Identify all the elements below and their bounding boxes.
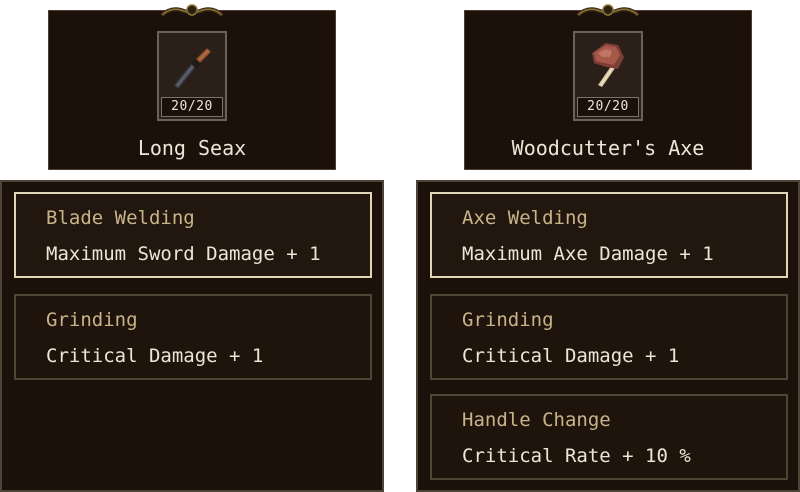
seax-blade-icon [174,43,216,89]
modification-option-blade-welding[interactable]: Blade Welding Maximum Sword Damage + 1 [14,192,372,278]
durability-counter: 20/20 [577,97,639,117]
modification-option-grinding[interactable]: Grinding Critical Damage + 1 [430,294,788,380]
item-slot[interactable]: 20/20 [573,31,643,121]
modification-effect: Critical Damage + 1 [462,345,680,367]
modification-effect: Maximum Axe Damage + 1 [462,243,714,265]
modification-title: Handle Change [462,409,611,431]
axe-icon [592,43,624,87]
modification-option-grinding[interactable]: Grinding Critical Damage + 1 [14,294,372,380]
item-card[interactable]: 20/20 Woodcutter's Axe [464,4,752,170]
modification-title: Grinding [462,309,554,331]
modification-effect: Critical Rate + 10 % [462,445,691,467]
modifications-panel: Blade Welding Maximum Sword Damage + 1 G… [0,180,384,492]
item-card[interactable]: 20/20 Long Seax [48,4,336,170]
ornament-icon [576,4,640,17]
item-name: Long Seax [137,136,247,160]
modification-option-axe-welding[interactable]: Axe Welding Maximum Axe Damage + 1 [430,192,788,278]
modification-effect: Maximum Sword Damage + 1 [46,243,321,265]
modification-title: Blade Welding [46,207,195,229]
durability-counter: 20/20 [161,97,223,117]
modifications-panel: Axe Welding Maximum Axe Damage + 1 Grind… [416,180,800,492]
modification-title: Grinding [46,309,138,331]
modification-option-handle-change[interactable]: Handle Change Critical Rate + 10 % [430,394,788,480]
weapon-column-long-seax: 20/20 Long Seax Blade Welding Maximum Sw… [0,0,384,492]
modification-title: Axe Welding [462,207,588,229]
item-slot[interactable]: 20/20 [157,31,227,121]
ornament-icon [160,4,224,17]
weapon-column-woodcutters-axe: 20/20 Woodcutter's Axe Axe Welding Maxim… [416,0,800,492]
modification-effect: Critical Damage + 1 [46,345,264,367]
item-name: Woodcutter's Axe [511,136,705,160]
